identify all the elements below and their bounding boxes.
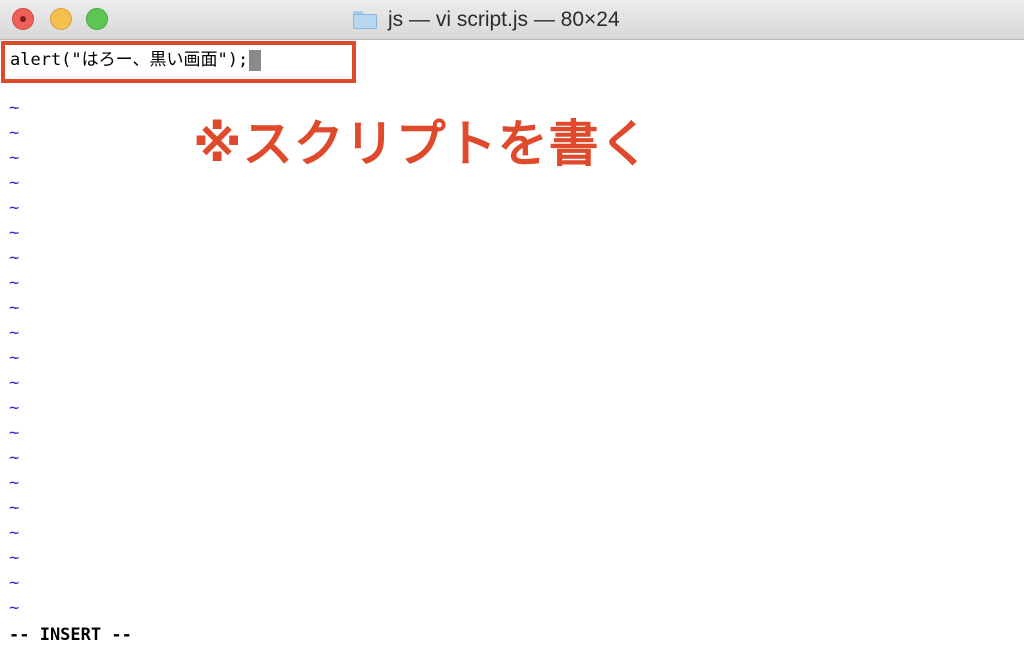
empty-line-tilde: ~ [9,448,20,468]
minimize-button[interactable] [50,8,72,30]
code-line[interactable]: alert("はろー、黒い画面"); [10,49,262,71]
empty-line-tilde: ~ [9,148,20,168]
vi-editor[interactable]: alert("はろー、黒い画面"); ~ ~ ~ ~ ~ ~ ~ ~ ~ ~ ~… [0,40,1024,658]
window-title-group: js — vi script.js — 80×24 [352,0,620,40]
close-icon [20,16,26,22]
empty-line-tilde: ~ [9,373,20,393]
empty-line-tilde: ~ [9,598,20,618]
window-title: js — vi script.js — 80×24 [388,8,620,31]
terminal-window: js — vi script.js — 80×24 alert("はろー、黒い画… [0,0,1024,658]
empty-line-tilde: ~ [9,548,20,568]
title-bar[interactable]: js — vi script.js — 80×24 [0,0,1024,40]
empty-line-tilde: ~ [9,573,20,593]
folder-icon [352,10,378,30]
empty-line-tilde: ~ [9,423,20,443]
empty-line-tilde: ~ [9,273,20,293]
empty-line-tilde: ~ [9,323,20,343]
text-cursor [249,49,262,71]
empty-line-tilde: ~ [9,473,20,493]
empty-line-tilde: ~ [9,123,20,143]
empty-line-tilde: ~ [9,198,20,218]
empty-line-tilde: ~ [9,98,20,118]
empty-line-tilde: ~ [9,298,20,318]
empty-line-tilde: ~ [9,498,20,518]
empty-line-tilde: ~ [9,398,20,418]
annotation-label: ※スクリプトを書く [193,115,651,173]
empty-line-tilde: ~ [9,348,20,368]
code-text: alert("はろー、黒い画面"); [10,50,249,70]
empty-line-tilde: ~ [9,523,20,543]
empty-line-tilde: ~ [9,223,20,243]
close-button[interactable] [12,8,34,30]
insert-mode-indicator: -- INSERT -- [9,625,132,645]
empty-line-tilde: ~ [9,173,20,193]
empty-line-tilde: ~ [9,248,20,268]
maximize-button[interactable] [86,8,108,30]
